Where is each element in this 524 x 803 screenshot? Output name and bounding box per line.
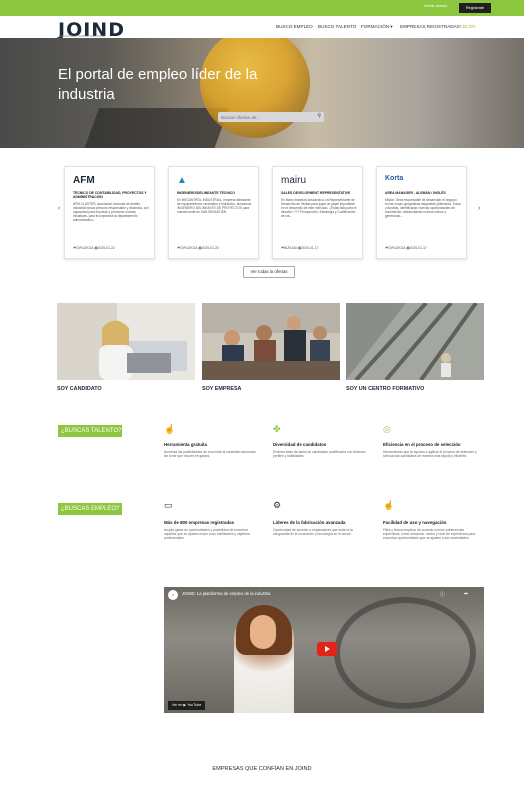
company-tile-image[interactable] xyxy=(202,303,340,380)
carousel-prev-arrow[interactable]: ‹ xyxy=(58,205,60,212)
hero-laptop-image xyxy=(80,108,230,148)
candidate-tile-image[interactable] xyxy=(57,303,195,380)
job-meta: ⚑BIZKAIA ▦2025-01-17 xyxy=(281,246,319,250)
watch-on-youtube-button[interactable]: Ver en ▶ YouTube xyxy=(168,701,206,710)
job-card[interactable]: AFM TÉCNICO DE CONTABILIDAD, PROYECTOS Y… xyxy=(64,166,155,259)
job-description: AFM CLUSTER, asociación sectorial de ámb… xyxy=(73,202,149,222)
candidate-photo xyxy=(57,303,195,380)
buscas-empleo-badge: ¿BUSCAS EMPLEO? xyxy=(58,503,122,515)
briefcase-icon: ▭ xyxy=(164,500,173,510)
job-search-input[interactable] xyxy=(221,113,311,121)
job-title[interactable]: TÉCNICO DE CONTABILIDAD, PROYECTOS Y ADM… xyxy=(73,191,149,199)
job-meta: ⚑GIPUZKOA ▦2025-01-20 xyxy=(177,246,219,250)
training-center-label[interactable]: SOY UN CENTRO FORMATIVO xyxy=(346,386,424,392)
top-bar: Iniciar sesión Regístrate xyxy=(0,0,524,16)
search-icon[interactable]: ⚲ xyxy=(317,113,321,119)
job-meta: ⚑GIPUZKOA ▦2025-01-17 xyxy=(385,246,427,250)
hero-search-box: ⚲ xyxy=(218,112,324,122)
buscas-talento-badge: ¿BUSCAS TALENTO? xyxy=(58,425,122,437)
feature-title: Diversidad de candidatos xyxy=(273,442,327,447)
feature-text: Aumenta las posibilidades de encontrar a… xyxy=(164,450,256,459)
job-meta: ⚑GIPUZKOA ▦2025-01-22 xyxy=(73,246,115,250)
share-icon[interactable]: ➦ xyxy=(464,591,468,597)
company-photo xyxy=(202,303,340,380)
nav-formacion[interactable]: FORMACIÓN ▾ xyxy=(361,24,393,30)
feature-text: Extensa base de datos de candidatos cual… xyxy=(273,450,366,459)
company-label[interactable]: SOY EMPRESA xyxy=(202,386,241,392)
video-title[interactable]: JOIND: La plataforma de empleo de la ind… xyxy=(182,591,270,596)
nav-busco-empleo[interactable]: BUSCO EMPLEO xyxy=(276,24,313,29)
channel-avatar-icon[interactable]: J xyxy=(168,590,178,600)
feature-text: Amplia gama de oportunidades y posibilid… xyxy=(164,528,250,541)
job-card[interactable]: mairu SALES DEVELOPMENT REPRESENTATIVE E… xyxy=(272,166,363,259)
hand-icon: ☝ xyxy=(164,424,176,434)
company-logo: AFM xyxy=(73,175,95,186)
feature-title: Líderes de la fabricación avanzada xyxy=(273,520,346,525)
candidate-label[interactable]: SOY CANDIDATO xyxy=(57,386,102,392)
network-icon: ✤ xyxy=(273,424,281,434)
feature-text: Herramientas que te ayudan a agilizar el… xyxy=(383,450,477,459)
feature-title: Más de 800 empresas registradas xyxy=(164,520,235,525)
play-button[interactable] xyxy=(317,642,337,656)
training-center-tile-image[interactable] xyxy=(346,303,484,380)
company-logo: ▲ xyxy=(177,175,187,186)
gears-icon: ⚙ xyxy=(273,500,282,510)
login-link[interactable]: Iniciar sesión xyxy=(424,3,447,8)
target-icon: ◎ xyxy=(383,424,391,434)
youtube-video-embed[interactable]: J JOIND: La plataforma de empleo de la i… xyxy=(164,587,484,713)
factory-machine-image xyxy=(334,597,476,709)
job-card[interactable]: Korta AREA MANAGER - ALEMÁN / INGLÉS Mis… xyxy=(376,166,467,259)
all-offers-button[interactable]: Ver todas la ofertas xyxy=(243,266,295,278)
job-description: Misión: Será responsable de desarrollar … xyxy=(385,198,461,218)
feature-text: Filtra y busca empleos de acuerdo con tu… xyxy=(383,528,476,541)
register-button[interactable]: Regístrate xyxy=(459,3,491,13)
nav-empresas-registradas[interactable]: EMPRESAS REGISTRADAS xyxy=(400,24,460,29)
job-card[interactable]: ▲ INGENIERO/DELINEANTE TÉCNICO En MECANT… xyxy=(168,166,259,259)
job-description: En MECANTROL INDUSTRIAL, empresa fabrica… xyxy=(177,198,252,214)
watch-later-icon[interactable]: ⓘ xyxy=(440,591,445,598)
presenter-face xyxy=(250,615,276,649)
company-logo: Korta xyxy=(385,175,404,182)
hero-title: El portal de empleo líder de la industri… xyxy=(58,66,258,103)
pointer-icon: ☝ xyxy=(383,500,395,510)
job-title[interactable]: AREA MANAGER - ALEMÁN / INGLÉS xyxy=(385,191,461,195)
job-title[interactable]: INGENIERO/DELINEANTE TÉCNICO xyxy=(177,191,253,195)
carousel-next-arrow[interactable]: › xyxy=(478,205,480,212)
feature-title: Herramienta gratuita xyxy=(164,442,207,447)
job-description: En Mairu estamos buscando a un Represent… xyxy=(281,198,357,218)
training-center-photo xyxy=(346,303,484,380)
feature-text: Oportunidad de acceder a empleadores que… xyxy=(273,528,353,537)
company-logo: mairu xyxy=(281,175,307,186)
nav-blog[interactable]: ✎BLOG xyxy=(459,24,476,30)
trusted-companies-heading: EMPRESAS QUE CONFÍAN EN JOIND xyxy=(212,766,312,772)
feature-title: Eficiencia en el proceso de selección xyxy=(383,442,461,447)
feature-title: Facilidad de uso y navegación xyxy=(383,520,447,525)
job-title[interactable]: SALES DEVELOPMENT REPRESENTATIVE xyxy=(281,191,357,195)
nav-busco-talento[interactable]: BUSCO TALENTO xyxy=(318,24,356,29)
